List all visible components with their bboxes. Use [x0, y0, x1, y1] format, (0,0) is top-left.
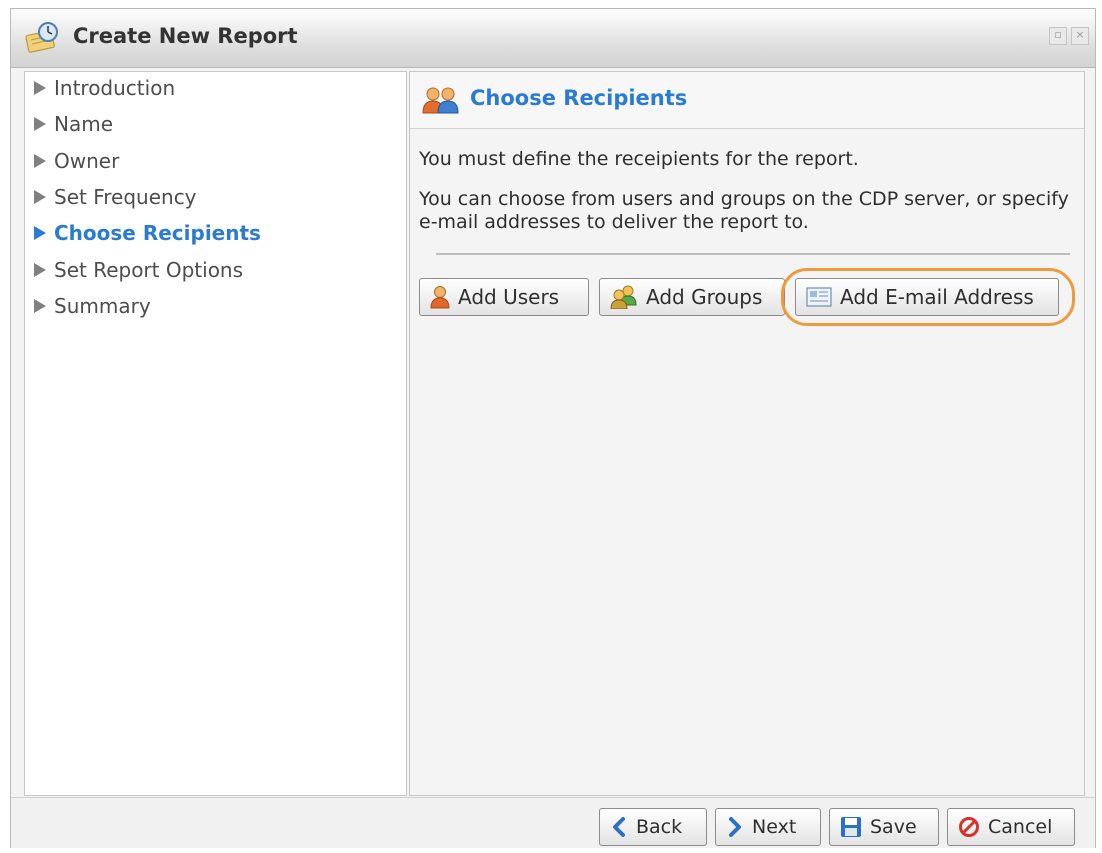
restore-icon[interactable]: ▫: [1049, 27, 1067, 45]
user-icon: [430, 286, 450, 309]
nav-item-label: Choose Recipients: [54, 221, 261, 245]
users-group-icon: [422, 87, 459, 114]
arrow-right-icon: [34, 154, 46, 168]
arrow-right-icon: [34, 226, 46, 240]
arrow-right-icon: [34, 117, 46, 131]
floppy-disk-icon: [841, 817, 861, 837]
save-button[interactable]: Save: [829, 808, 939, 846]
arrow-left-icon: [613, 817, 625, 837]
nav-item-set-report-options[interactable]: Set Report Options: [28, 258, 243, 282]
cancel-button[interactable]: Cancel: [947, 808, 1075, 846]
close-icon[interactable]: ×: [1071, 27, 1089, 45]
wizard-steps-sidebar: Introduction Name Owner Set Frequency Ch…: [24, 71, 407, 796]
nav-item-label: Summary: [54, 294, 151, 318]
arrow-right-icon: [34, 299, 46, 313]
nav-item-label: Set Report Options: [54, 258, 244, 282]
window-buttons: ▫ ×: [1049, 27, 1089, 45]
nav-item-name[interactable]: Name: [28, 112, 113, 136]
cancel-circle-icon: [959, 817, 979, 837]
arrow-right-icon: [729, 817, 741, 837]
callout-highlight-ring: [781, 268, 1075, 326]
arrow-right-icon: [34, 190, 46, 204]
button-label: Back: [636, 816, 683, 838]
wizard-footer: Back Next Save Cancel: [11, 797, 1095, 848]
nav-item-label: Introduction: [54, 76, 176, 100]
arrow-right-icon: [34, 81, 46, 95]
next-button[interactable]: Next: [715, 808, 821, 846]
add-groups-button[interactable]: Add Groups: [599, 278, 785, 316]
step-content-panel: Choose Recipients You must define the re…: [409, 71, 1085, 796]
group-icon: [610, 285, 637, 309]
content-header: Choose Recipients: [410, 72, 1084, 129]
title-bar: Create New Report ▫ ×: [11, 9, 1095, 68]
button-label: Add Users: [458, 285, 560, 309]
nav-item-label: Owner: [54, 149, 120, 173]
nav-item-owner[interactable]: Owner: [28, 149, 119, 173]
create-report-window: Create New Report ▫ × Introduction Name …: [10, 8, 1096, 848]
arrow-right-icon: [34, 263, 46, 277]
nav-item-set-frequency[interactable]: Set Frequency: [28, 185, 197, 209]
nav-item-choose-recipients[interactable]: Choose Recipients: [28, 221, 261, 245]
description-text: You can choose from users and groups on …: [419, 188, 1069, 233]
intro-text: You must define the receipients for the …: [419, 148, 859, 170]
divider: [436, 253, 1070, 255]
window-title: Create New Report: [73, 24, 298, 48]
button-label: Add Groups: [646, 285, 763, 309]
back-button[interactable]: Back: [599, 808, 707, 846]
button-label: Cancel: [988, 816, 1053, 838]
nav-item-label: Set Frequency: [54, 185, 197, 209]
add-users-button[interactable]: Add Users: [419, 278, 589, 316]
page-title: Choose Recipients: [470, 86, 688, 110]
button-label: Next: [752, 816, 797, 838]
nav-item-label: Name: [54, 112, 114, 136]
nav-item-introduction[interactable]: Introduction: [28, 76, 175, 100]
scheduled-report-icon: [25, 22, 58, 53]
button-label: Save: [870, 816, 917, 838]
nav-item-summary[interactable]: Summary: [28, 294, 151, 318]
